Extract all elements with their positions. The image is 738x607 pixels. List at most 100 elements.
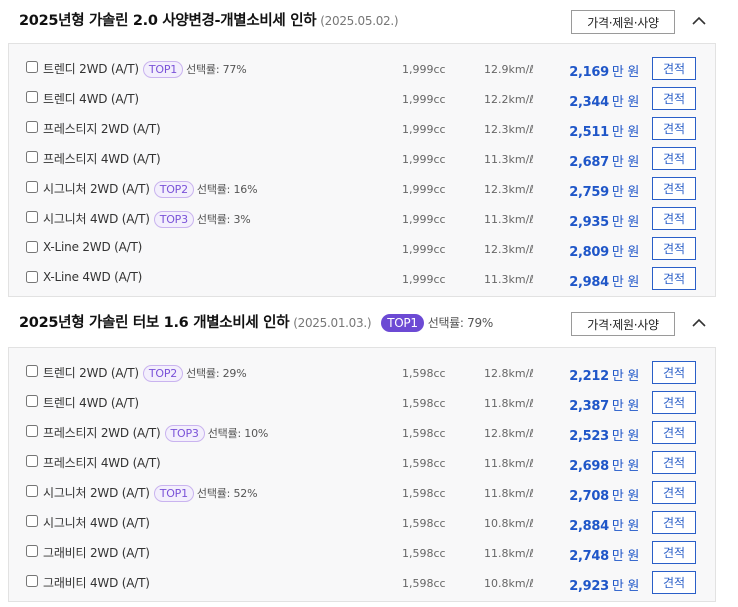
- trim-name-wrap: 시그니처 2WD (A/T) TOP1 선택률: 52%: [43, 484, 258, 502]
- quote-button[interactable]: 견적: [652, 237, 696, 260]
- trim-row: 트렌디 4WD (A/T) 1,598cc 11.8km/ℓ 2,387 만 원 견적: [9, 384, 715, 414]
- price-unit: 만 원: [611, 125, 639, 140]
- fuel-efficiency: 11.3km/ℓ: [484, 213, 534, 226]
- section-header: 2025년형 가솔린 터보 1.6 개별소비세 인하 (2025.01.03.) T…: [0, 302, 738, 342]
- quote-button[interactable]: 견적: [652, 421, 696, 444]
- trim-name: 트렌디 2WD (A/T): [43, 366, 139, 380]
- trim-row: 트렌디 2WD (A/T) TOP1 선택률: 77% 1,999cc 12.9km/ℓ…: [9, 50, 715, 80]
- trim-checkbox[interactable]: [26, 211, 38, 223]
- price-spec-button[interactable]: 가격·제원·사양: [571, 10, 675, 34]
- trim-name: X-Line 4WD (A/T): [43, 270, 143, 284]
- price-unit: 만 원: [611, 185, 639, 200]
- top-badge: TOP2: [142, 365, 184, 382]
- quote-button[interactable]: 견적: [652, 207, 696, 230]
- trim-name-wrap: 트렌디 2WD (A/T) TOP2 선택률: 29%: [43, 364, 247, 382]
- trim-name: 프레스티지 2WD (A/T): [43, 426, 161, 440]
- price-spec-button[interactable]: 가격·제원·사양: [571, 312, 675, 336]
- trim-checkbox[interactable]: [26, 181, 38, 193]
- price-value: 2,169: [569, 65, 609, 80]
- trim-checkbox[interactable]: [26, 485, 38, 497]
- trim-checkbox[interactable]: [26, 515, 38, 527]
- trim-row: 프레스티지 4WD (A/T) 1,999cc 11.3km/ℓ 2,687 만 원 견적: [9, 140, 715, 170]
- quote-button[interactable]: 견적: [652, 391, 696, 414]
- chevron-up-icon[interactable]: [689, 11, 709, 31]
- trim-name-wrap: 트렌디 4WD (A/T): [43, 90, 139, 107]
- price-unit: 만 원: [611, 579, 639, 594]
- price-value: 2,884: [569, 519, 609, 534]
- trim-checkbox[interactable]: [26, 91, 38, 103]
- trim-price: 2,708 만 원: [569, 485, 639, 504]
- fuel-efficiency: 12.3km/ℓ: [484, 243, 534, 256]
- trim-checkbox[interactable]: [26, 365, 38, 377]
- quote-button[interactable]: 견적: [652, 87, 696, 110]
- price-value: 2,759: [569, 185, 609, 200]
- chevron-up-icon[interactable]: [689, 313, 709, 333]
- trim-price: 2,387 만 원: [569, 395, 639, 414]
- trim-checkbox[interactable]: [26, 271, 38, 283]
- price-value: 2,708: [569, 489, 609, 504]
- quote-button[interactable]: 견적: [652, 361, 696, 384]
- quote-button[interactable]: 견적: [652, 511, 696, 534]
- price-value: 2,523: [569, 429, 609, 444]
- section-title-text: 2025년형 가솔린 터보 1.6 개별소비세 인하: [19, 315, 290, 331]
- top-badge: TOP2: [153, 181, 194, 198]
- fuel-efficiency: 12.3km/ℓ: [484, 123, 534, 136]
- quote-button[interactable]: 견적: [652, 451, 696, 474]
- trim-checkbox[interactable]: [26, 121, 38, 133]
- trim-checkbox[interactable]: [26, 241, 38, 253]
- engine-displacement: 1,598cc: [402, 397, 446, 410]
- trim-row: 트렌디 4WD (A/T) 1,999cc 12.2km/ℓ 2,344 만 원 견적: [9, 80, 715, 110]
- trim-name-wrap: 트렌디 2WD (A/T) TOP1 선택률: 77%: [43, 60, 247, 78]
- trim-row: 그래비티 4WD (A/T) 1,598cc 10.8km/ℓ 2,923 만 원 견적: [9, 564, 715, 594]
- trim-checkbox[interactable]: [26, 425, 38, 437]
- trim-checkbox[interactable]: [26, 151, 38, 163]
- trim-row: 시그니처 4WD (A/T) 1,598cc 10.8km/ℓ 2,884 만 원 견적: [9, 504, 715, 534]
- quote-button[interactable]: 견적: [652, 571, 696, 594]
- trim-checkbox[interactable]: [26, 395, 38, 407]
- engine-displacement: 1,598cc: [402, 487, 446, 500]
- top-badge: TOP1: [381, 314, 424, 332]
- trim-section-1: 2025년형 가솔린 2.0 사양변경-개별소비세 인하 (2025.05.02.…: [0, 0, 738, 297]
- trim-name-wrap: X-Line 4WD (A/T): [43, 270, 142, 284]
- trim-price: 2,984 만 원: [569, 271, 639, 290]
- selection-rate: 선택률: 29%: [186, 367, 247, 380]
- fuel-efficiency: 11.3km/ℓ: [484, 273, 534, 286]
- trim-checkbox[interactable]: [26, 575, 38, 587]
- quote-button[interactable]: 견적: [652, 177, 696, 200]
- trim-checkbox[interactable]: [26, 455, 38, 467]
- price-value: 2,344: [569, 95, 609, 110]
- trim-price: 2,698 만 원: [569, 455, 639, 474]
- quote-button[interactable]: 견적: [652, 481, 696, 504]
- trim-price: 2,212 만 원: [569, 365, 639, 384]
- selection-rate: 선택률: 77%: [186, 63, 247, 76]
- quote-button[interactable]: 견적: [652, 267, 696, 290]
- selection-rate: 선택률: 52%: [196, 487, 258, 500]
- engine-displacement: 1,598cc: [402, 517, 446, 530]
- trim-name-wrap: 그래비티 2WD (A/T): [43, 544, 150, 561]
- engine-displacement: 1,999cc: [402, 63, 446, 76]
- top-badge: TOP3: [153, 211, 194, 228]
- price-value: 2,511: [569, 125, 609, 140]
- section-date: (2025.05.02.): [320, 14, 399, 28]
- trim-checkbox[interactable]: [26, 61, 38, 73]
- trim-name: 시그니처 4WD (A/T): [43, 516, 150, 530]
- trim-section-2: 2025년형 가솔린 터보 1.6 개별소비세 인하 (2025.01.03.) T…: [0, 302, 738, 602]
- price-unit: 만 원: [611, 429, 639, 444]
- top-badge: TOP3: [164, 425, 205, 442]
- top-badge: TOP1: [153, 485, 194, 502]
- section-title: 2025년형 가솔린 터보 1.6 개별소비세 인하 (2025.01.03.) T…: [19, 311, 493, 332]
- trim-checkbox[interactable]: [26, 545, 38, 557]
- price-value: 2,935: [569, 215, 609, 230]
- quote-button[interactable]: 견적: [652, 147, 696, 170]
- trim-name: X-Line 2WD (A/T): [43, 240, 143, 254]
- price-value: 2,387: [569, 399, 609, 414]
- quote-button[interactable]: 견적: [652, 541, 696, 564]
- trim-name: 트렌디 2WD (A/T): [43, 62, 139, 76]
- engine-displacement: 1,999cc: [402, 183, 446, 196]
- trim-row: 프레스티지 2WD (A/T) TOP3 선택률: 10% 1,598cc 12.8km…: [9, 414, 715, 444]
- trim-row: 그래비티 2WD (A/T) 1,598cc 11.8km/ℓ 2,748 만 원 견적: [9, 534, 715, 564]
- engine-displacement: 1,999cc: [402, 213, 446, 226]
- quote-button[interactable]: 견적: [652, 57, 696, 80]
- section-title: 2025년형 가솔린 2.0 사양변경-개별소비세 인하 (2025.05.02.…: [19, 9, 399, 30]
- quote-button[interactable]: 견적: [652, 117, 696, 140]
